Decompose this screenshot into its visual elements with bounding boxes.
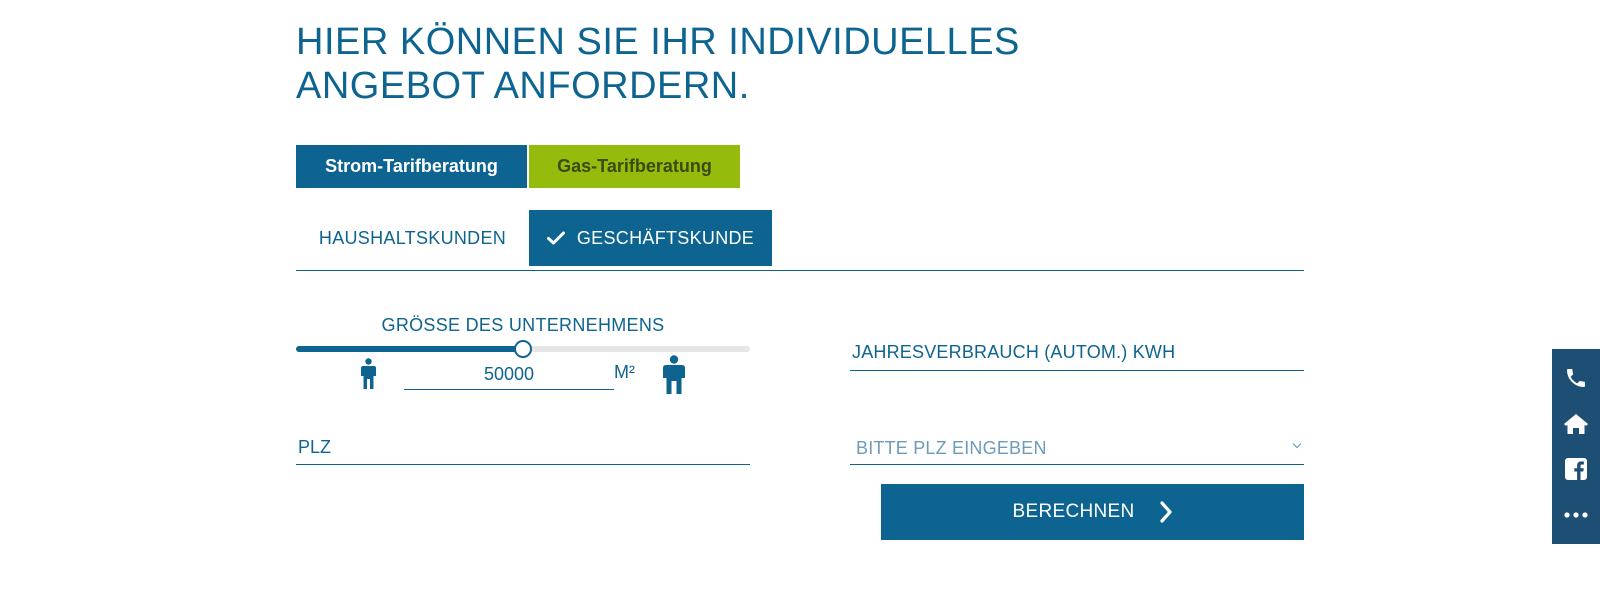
chevron-down-icon: [1292, 443, 1302, 449]
tab-haushaltskunden-label: HAUSHALTSKUNDEN: [318, 227, 507, 248]
area-input[interactable]: [404, 360, 614, 390]
plz-select-placeholder: BITTE PLZ EINGEBEN: [856, 438, 1047, 458]
plz-select-underline: [850, 464, 1304, 465]
tabs-divider: [296, 270, 1304, 271]
phone-button[interactable]: [1552, 356, 1600, 400]
berechnen-button[interactable]: BERECHNEN: [881, 484, 1304, 540]
home-icon: [1564, 413, 1588, 434]
page-title: HIER KÖNNEN SIE IHR INDIVIDUELLES ANGEBO…: [296, 21, 1020, 107]
company-size-label: GRÖSSE DES UNTERNEHMENS: [381, 315, 665, 335]
more-icon: [1564, 512, 1588, 518]
tab-geschaeftskunde[interactable]: GESCHÄFTSKUNDE: [529, 210, 772, 266]
annual-consumption-label: JAHRESVERBRAUCH (AUTOM.) KWH: [852, 342, 1176, 362]
home-button[interactable]: [1552, 402, 1600, 446]
person-large-icon: [663, 355, 685, 394]
strom-tarifberatung-button[interactable]: Strom-Tarifberatung: [296, 145, 527, 188]
more-button[interactable]: [1552, 493, 1600, 537]
facebook-icon: [1565, 458, 1587, 481]
tab-geschaeftskunde-label: GESCHÄFTSKUNDE: [576, 227, 755, 248]
tab-haushaltskunden[interactable]: HAUSHALTSKUNDEN: [296, 210, 529, 266]
annual-consumption-field[interactable]: [850, 370, 1304, 371]
facebook-button[interactable]: [1552, 447, 1600, 491]
side-toolbar: [1552, 349, 1600, 544]
plz-input-underline[interactable]: [296, 464, 750, 465]
company-size-slider-handle[interactable]: [514, 340, 532, 358]
area-unit-label: M²: [614, 362, 635, 382]
checkmark-icon: [546, 231, 565, 245]
company-size-slider-fill: [296, 346, 523, 352]
person-small-icon: [361, 358, 376, 389]
plz-label: PLZ: [298, 437, 332, 457]
chevron-right-icon: [1159, 501, 1172, 523]
phone-icon: [1567, 368, 1585, 387]
berechnen-button-label: BERECHNEN: [1012, 501, 1135, 522]
gas-tarifberatung-button[interactable]: Gas-Tarifberatung: [529, 145, 740, 188]
